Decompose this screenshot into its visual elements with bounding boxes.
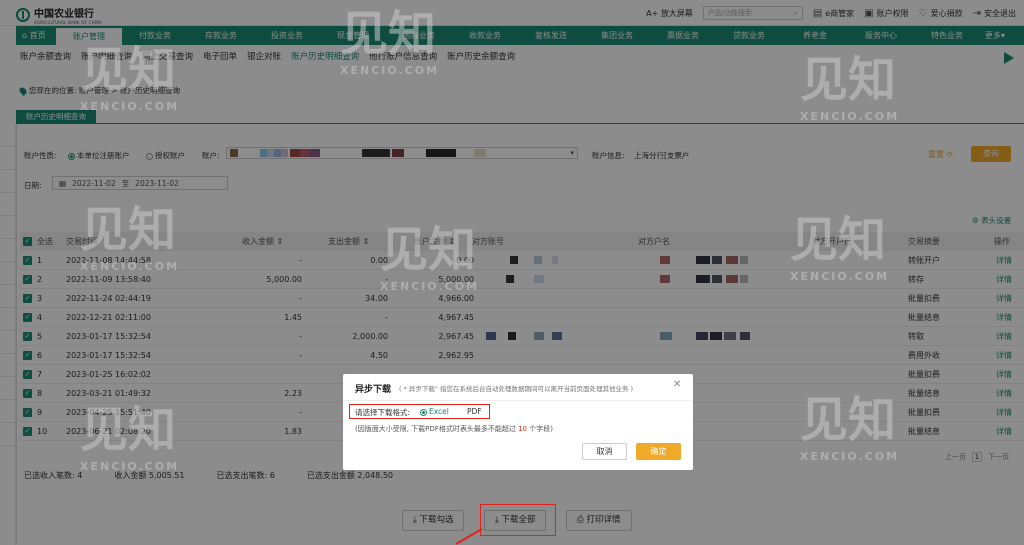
download-all-highlight: [480, 504, 556, 536]
radio-on-icon: [420, 408, 427, 416]
dialog-divider: [343, 400, 693, 401]
tip-number: 10: [518, 425, 527, 433]
format-label: 请选择下载格式:: [355, 408, 411, 417]
format-excel-radio[interactable]: Excel: [420, 407, 449, 416]
close-icon[interactable]: ✕: [673, 379, 681, 390]
format-pdf-label: PDF: [467, 407, 482, 416]
tip-prefix: (因版面大小受限, 下载PDF格式时表头最多不能超过: [355, 425, 516, 433]
confirm-button[interactable]: 确定: [636, 443, 681, 460]
cancel-button[interactable]: 取消: [582, 443, 627, 460]
format-pdf-radio[interactable]: PDF: [467, 407, 482, 416]
dialog-note: ( * 异步下载" 指您在系统后台自动处理数据期间可以离开当前页面处理其他业务 …: [399, 385, 634, 393]
pdf-limit-tip: (因版面大小受限, 下载PDF格式时表头最多不能超过 10 个字段): [355, 424, 553, 434]
format-excel-label: Excel: [429, 407, 449, 416]
async-download-dialog: 异步下载 ( * 异步下载" 指您在系统后台自动处理数据期间可以离开当前页面处理…: [343, 374, 693, 470]
tip-suffix: 个字段): [529, 425, 553, 433]
dialog-title: 异步下载: [355, 385, 392, 395]
